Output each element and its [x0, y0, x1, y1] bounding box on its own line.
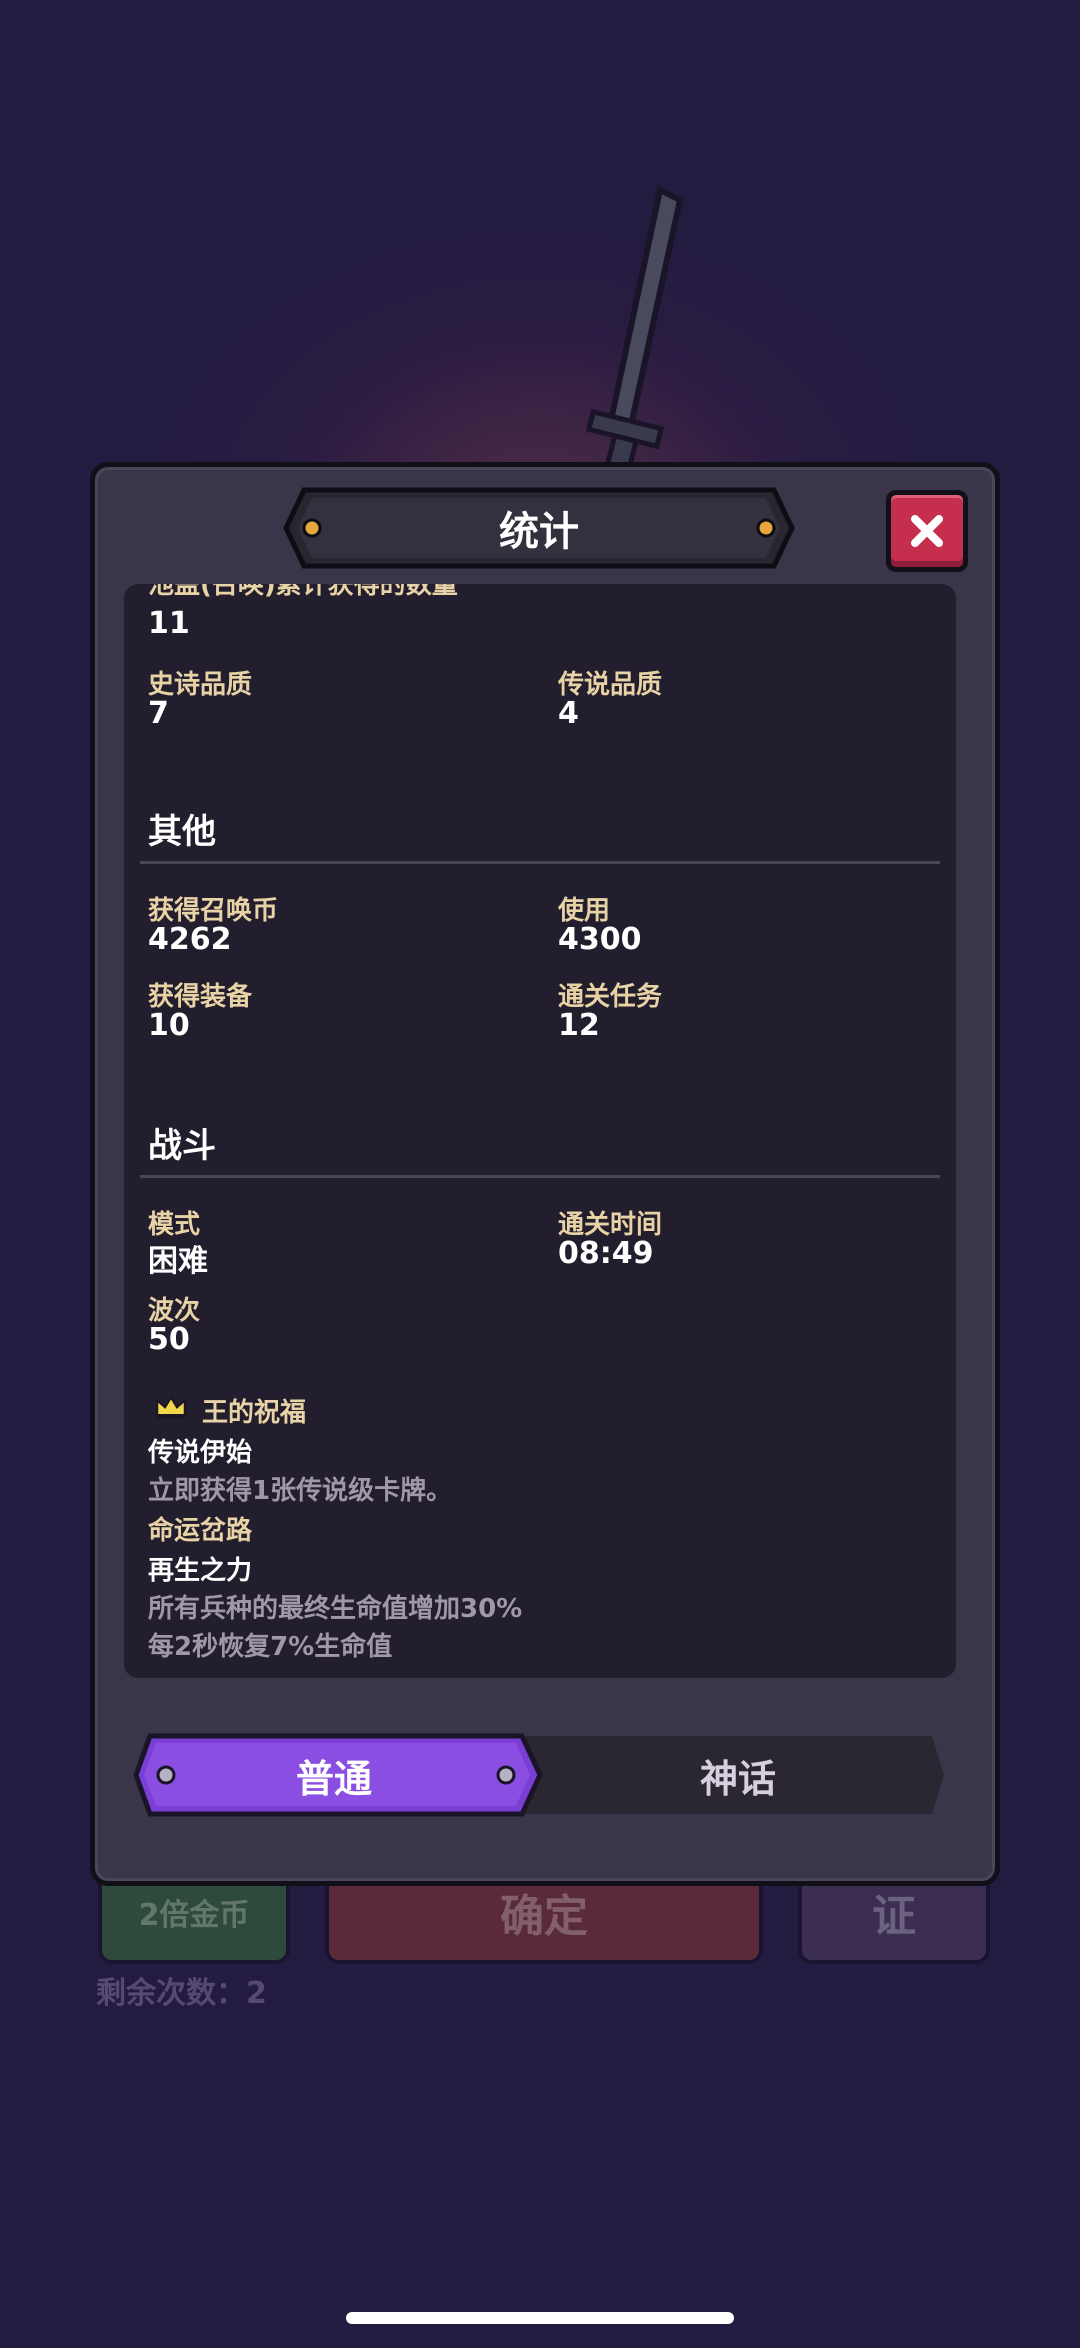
- fate-name: 再生之力: [148, 1556, 253, 1586]
- stat-value-legendary: 4: [558, 696, 579, 731]
- divider: [140, 1175, 940, 1178]
- stat-value: 11: [148, 606, 190, 641]
- section-title-other: 其他: [148, 812, 216, 852]
- stat-value-clear-time: 08:49: [558, 1236, 654, 1271]
- blessing-description: 立即获得1张传说级卡牌。: [148, 1476, 453, 1506]
- divider: [140, 861, 940, 864]
- close-button[interactable]: [886, 490, 968, 572]
- crown-icon: [155, 1394, 187, 1418]
- blessing-title: 王的祝福: [202, 1398, 307, 1428]
- difficulty-tabs: 普通 神话: [132, 1732, 948, 1818]
- tab-mythic[interactable]: 神话: [536, 1732, 940, 1818]
- stat-value-used: 4300: [558, 922, 642, 957]
- title-plate: 统计: [282, 486, 796, 570]
- stat-value-summon-coins: 4262: [148, 922, 232, 957]
- stat-value-epic: 7: [148, 696, 169, 731]
- sword-icon: [585, 185, 684, 480]
- fate-description-1: 所有兵种的最终生命值增加30%: [148, 1594, 523, 1624]
- stat-value-quests: 12: [558, 1008, 600, 1043]
- fate-title: 命运岔路: [148, 1516, 253, 1546]
- tab-normal[interactable]: 普通: [132, 1732, 536, 1818]
- fate-description-2: 每2秒恢复7%生命值: [148, 1632, 393, 1662]
- remaining-count: 剩余次数：2: [96, 1976, 267, 2011]
- modal-title: 统计: [499, 509, 579, 555]
- stat-value-equipment: 10: [148, 1008, 190, 1043]
- stat-value-waves: 50: [148, 1322, 190, 1357]
- home-indicator[interactable]: [346, 2312, 734, 2324]
- cut-off-label: 池盖(召唤)累计获得的数量: [148, 584, 458, 600]
- section-title-battle: 战斗: [148, 1126, 216, 1166]
- close-icon: [911, 515, 943, 547]
- stat-value-mode: 困难: [148, 1244, 208, 1279]
- blessing-name: 传说伊始: [148, 1438, 253, 1468]
- stats-scroll-panel[interactable]: 池盖(召唤)累计获得的数量 11 史诗品质 7 传说品质 4 其他 获得召唤币 …: [124, 584, 956, 1678]
